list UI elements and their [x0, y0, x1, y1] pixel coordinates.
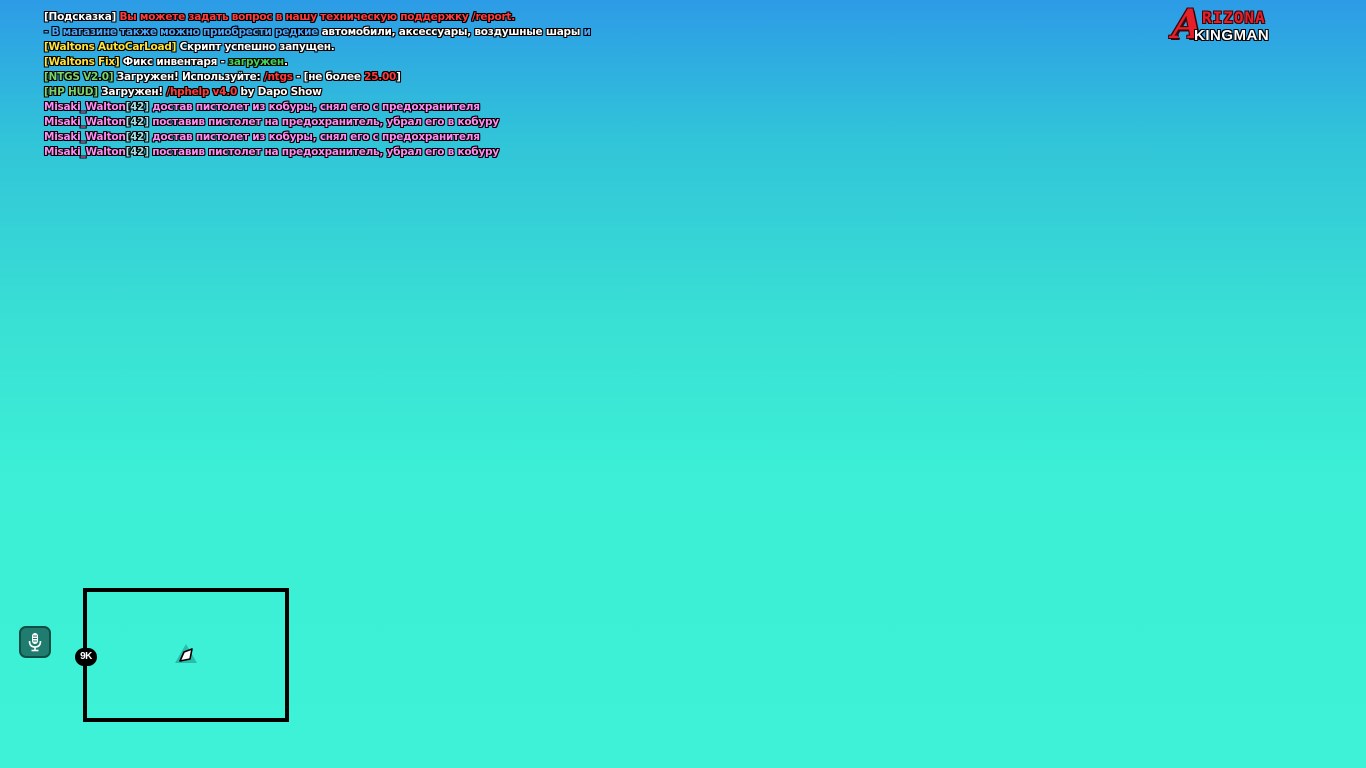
player-marker-icon: [175, 644, 197, 663]
chat-segment: [Waltons AutoCarLoad]: [44, 41, 177, 53]
chat-log: [Подсказка] Вы можете задать вопрос в на…: [44, 10, 604, 160]
chat-segment: и: [583, 26, 591, 38]
chat-segment: Misaki_Walton: [44, 101, 126, 113]
chat-segment: Скрипт успешно запущен.: [176, 41, 335, 53]
chat-message: - В магазине также можно приобрести редк…: [44, 25, 604, 40]
chat-segment: - [не более: [292, 71, 365, 83]
chat-segment: достав пистолет из кобуры, снял его с пр…: [148, 101, 480, 113]
chat-message: Misaki_Walton[42] достав пистолет из коб…: [44, 100, 604, 115]
minimap-zoom-badge: 9K: [75, 648, 97, 666]
chat-segment: - В магазине также можно приобрести редк…: [44, 26, 322, 38]
microphone-icon: [28, 633, 42, 652]
chat-segment: [HP HUD]: [44, 86, 98, 98]
logo-subtitle: KINGMAN: [1194, 27, 1270, 44]
chat-message: [HP HUD] Загружен! /hphelp v4.0 by Dapo …: [44, 85, 604, 100]
chat-message: [NTGS V2.0] Загружен! Используйте: /ntgs…: [44, 70, 604, 85]
chat-segment: [42]: [125, 101, 149, 113]
chat-segment: /hphelp v4.0: [166, 86, 237, 98]
chat-segment: Фикс инвентаря -: [119, 56, 229, 68]
chat-message: Misaki_Walton[42] поставив пистолет на п…: [44, 145, 604, 160]
chat-segment: 25.00: [364, 71, 397, 83]
chat-message: [Подсказка] Вы можете задать вопрос в на…: [44, 10, 604, 25]
chat-segment: [42]: [125, 146, 149, 158]
chat-segment: Загружен! Используйте:: [113, 71, 264, 83]
chat-message: [Waltons AutoCarLoad] Скрипт успешно зап…: [44, 40, 604, 55]
chat-segment: достав пистолет из кобуры, снял его с пр…: [148, 131, 480, 143]
chat-segment: [42]: [125, 131, 149, 143]
chat-segment: [42]: [125, 116, 149, 128]
chat-segment: [Подсказка]: [44, 11, 120, 23]
chat-segment: Misaki_Walton: [44, 131, 126, 143]
chat-segment: ]: [396, 71, 401, 83]
logo-title: RIZONA: [1202, 8, 1266, 27]
chat-message: [Waltons Fix] Фикс инвентаря - загружен.: [44, 55, 604, 70]
chat-segment: Загружен!: [97, 86, 167, 98]
chat-segment: Misaki_Walton: [44, 116, 126, 128]
chat-segment: /ntgs: [263, 71, 293, 83]
chat-segment: Misaki_Walton: [44, 146, 126, 158]
chat-message: Misaki_Walton[42] поставив пистолет на п…: [44, 115, 604, 130]
chat-segment: Вы можете задать вопрос в нашу техническ…: [119, 11, 515, 23]
chat-segment: .: [283, 56, 288, 68]
server-logo: A RIZONA KINGMAN: [1172, 5, 1286, 50]
chat-segment: [Waltons Fix]: [44, 56, 120, 68]
chat-segment: [NTGS V2.0]: [44, 71, 114, 83]
chat-segment: загружен: [228, 56, 284, 68]
chat-segment: поставив пистолет на предохранитель, убр…: [148, 146, 499, 158]
chat-message: Misaki_Walton[42] достав пистолет из коб…: [44, 130, 604, 145]
chat-segment: поставив пистолет на предохранитель, убр…: [148, 116, 499, 128]
chat-segment: автомобили, аксессуары, воздушные шары: [321, 26, 584, 38]
voice-chat-button[interactable]: [19, 626, 51, 658]
chat-segment: by Dapo Show: [237, 86, 322, 98]
